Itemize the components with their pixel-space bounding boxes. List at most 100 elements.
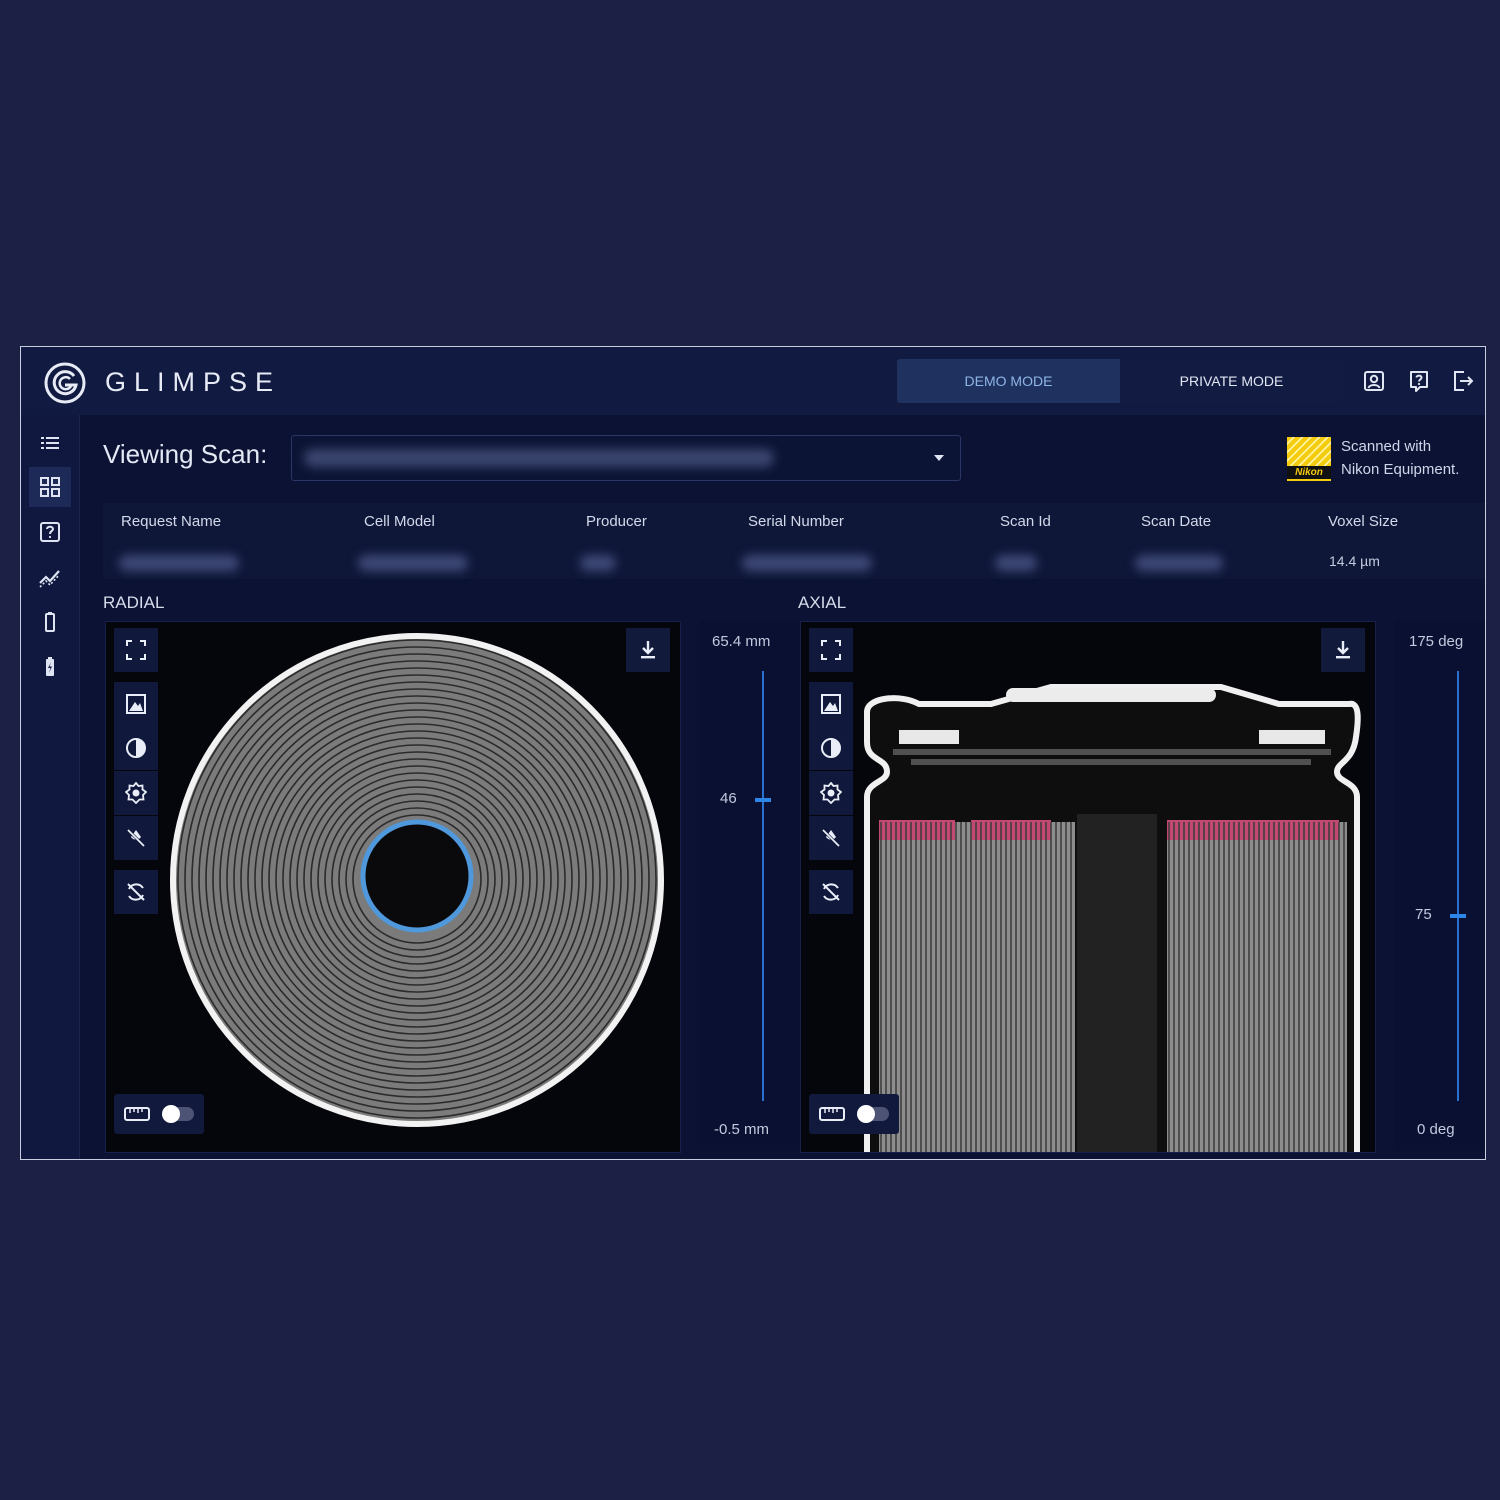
axial-slider-max: 175 deg	[1409, 633, 1464, 650]
radial-bottom-tools	[114, 1094, 204, 1134]
measure-toggle[interactable]	[162, 1105, 194, 1123]
image-adjust-button[interactable]	[114, 682, 158, 726]
cell-serial-number	[742, 555, 872, 571]
axial-bottom-tools	[809, 1094, 899, 1134]
invert-colors-off-icon	[126, 828, 146, 848]
nikon-credit-line2: Nikon Equipment.	[1341, 461, 1460, 478]
brightness-icon	[820, 782, 842, 804]
help-icon[interactable]	[1407, 369, 1431, 393]
nikon-credit-line1: Scanned with	[1341, 438, 1432, 455]
sidebar-item-battery[interactable]	[29, 602, 71, 642]
radial-scan-image	[170, 633, 664, 1127]
contrast-icon	[126, 738, 146, 758]
ruler-icon[interactable]	[124, 1107, 150, 1121]
cell-voxel-size: 14.4 µm	[1329, 553, 1380, 569]
demo-mode-button[interactable]: DEMO MODE	[897, 359, 1120, 403]
chevron-down-icon	[934, 455, 944, 461]
sync-off-icon	[822, 883, 840, 901]
brightness-button[interactable]	[114, 771, 158, 815]
expand-icon	[821, 640, 841, 660]
measure-toggle[interactable]	[857, 1105, 889, 1123]
download-icon	[641, 641, 655, 659]
account-icon[interactable]	[1362, 369, 1386, 393]
battery-icon	[45, 612, 55, 632]
help-box-icon	[40, 522, 60, 542]
scan-select[interactable]	[291, 435, 961, 481]
column-header-producer: Producer	[586, 513, 647, 530]
column-header-scan-id: Scan Id	[1000, 513, 1051, 530]
glimpse-logo-icon	[44, 362, 86, 404]
axial-slider-handle[interactable]	[1450, 914, 1466, 919]
axial-slider-min: 0 deg	[1417, 1121, 1455, 1138]
cell-scan-id	[995, 555, 1037, 571]
viewing-scan-label: Viewing Scan:	[103, 439, 268, 469]
sidebar-item-list[interactable]	[29, 423, 71, 463]
radial-slider-handle[interactable]	[755, 798, 771, 802]
column-header-serial-number: Serial Number	[748, 513, 844, 530]
cell-request-name	[119, 555, 239, 571]
sidebar-item-battery-charging[interactable]	[29, 647, 71, 687]
cell-producer	[580, 555, 616, 571]
axial-slider-value: 75	[1415, 906, 1432, 924]
axial-scan-image	[864, 684, 1361, 1152]
grid-icon	[40, 477, 60, 497]
sidebar-item-analytics[interactable]	[29, 557, 71, 597]
radial-slider-track[interactable]	[762, 671, 764, 1101]
logout-icon[interactable]	[1451, 369, 1475, 393]
image-filter-icon	[821, 694, 841, 714]
expand-icon	[126, 640, 146, 660]
column-header-cell-model: Cell Model	[364, 513, 435, 530]
radial-depth-slider: 65.4 mm 46 -0.5 mm	[700, 621, 808, 1151]
column-header-request-name: Request Name	[121, 513, 222, 530]
download-icon	[1336, 641, 1350, 659]
contrast-icon	[821, 738, 841, 758]
top-bar: GLIMPSE DEMO MODE PRIVATE MODE	[21, 347, 1485, 415]
battery-charging-icon	[46, 657, 54, 676]
list-icon	[41, 437, 59, 449]
image-filter-icon	[126, 694, 146, 714]
column-header-voxel-size: Voxel Size	[1328, 513, 1399, 530]
sync-off-button[interactable]	[809, 870, 853, 914]
scan-select-value	[304, 449, 774, 467]
radial-section-title: RADIAL	[103, 593, 165, 612]
nikon-logo-word: Nikon	[1287, 466, 1331, 479]
brand-name: GLIMPSE	[105, 367, 282, 397]
main-content: Viewing Scan: Nikon Scanned with Nikon E…	[80, 415, 1485, 1159]
brightness-icon	[125, 782, 147, 804]
axial-viewer[interactable]	[800, 621, 1376, 1153]
radial-slider-min: -0.5 mm	[714, 1121, 770, 1138]
radial-viewer[interactable]	[105, 621, 681, 1153]
color-toggle-button[interactable]	[809, 816, 853, 860]
column-header-scan-date: Scan Date	[1141, 513, 1212, 530]
cell-scan-date	[1135, 555, 1223, 571]
sync-off-button[interactable]	[114, 870, 158, 914]
nikon-credit: Scanned with Nikon Equipment.	[1341, 435, 1459, 481]
contrast-button[interactable]	[809, 726, 853, 770]
mode-switch: DEMO MODE PRIVATE MODE	[897, 359, 1343, 403]
image-adjust-button[interactable]	[809, 682, 853, 726]
radial-slider-max: 65.4 mm	[712, 633, 771, 650]
cell-cell-model	[358, 555, 468, 571]
sidebar	[21, 415, 80, 1159]
chart-trend-icon	[39, 570, 60, 588]
nikon-logo: Nikon	[1287, 437, 1331, 481]
color-toggle-button[interactable]	[114, 816, 158, 860]
fullscreen-button[interactable]	[114, 628, 158, 672]
sync-off-icon	[127, 883, 145, 901]
app-window: GLIMPSE DEMO MODE PRIVATE MODE Viewing S…	[20, 346, 1486, 1160]
radial-slider-value: 46	[720, 790, 737, 807]
download-button[interactable]	[1321, 628, 1365, 672]
contrast-button[interactable]	[114, 726, 158, 770]
sidebar-item-dashboard[interactable]	[29, 467, 71, 507]
sidebar-item-help[interactable]	[29, 512, 71, 552]
brightness-button[interactable]	[809, 771, 853, 815]
invert-colors-off-icon	[821, 828, 841, 848]
fullscreen-button[interactable]	[809, 628, 853, 672]
download-button[interactable]	[626, 628, 670, 672]
axial-slider-track[interactable]	[1457, 671, 1459, 1101]
private-mode-button[interactable]: PRIVATE MODE	[1120, 359, 1343, 403]
scan-info-table: Request Name Cell Model Producer Serial …	[103, 503, 1485, 579]
axial-section-title: AXIAL	[798, 593, 847, 612]
axial-angle-slider: 175 deg 75 0 deg	[1395, 621, 1485, 1151]
ruler-icon[interactable]	[819, 1107, 845, 1121]
